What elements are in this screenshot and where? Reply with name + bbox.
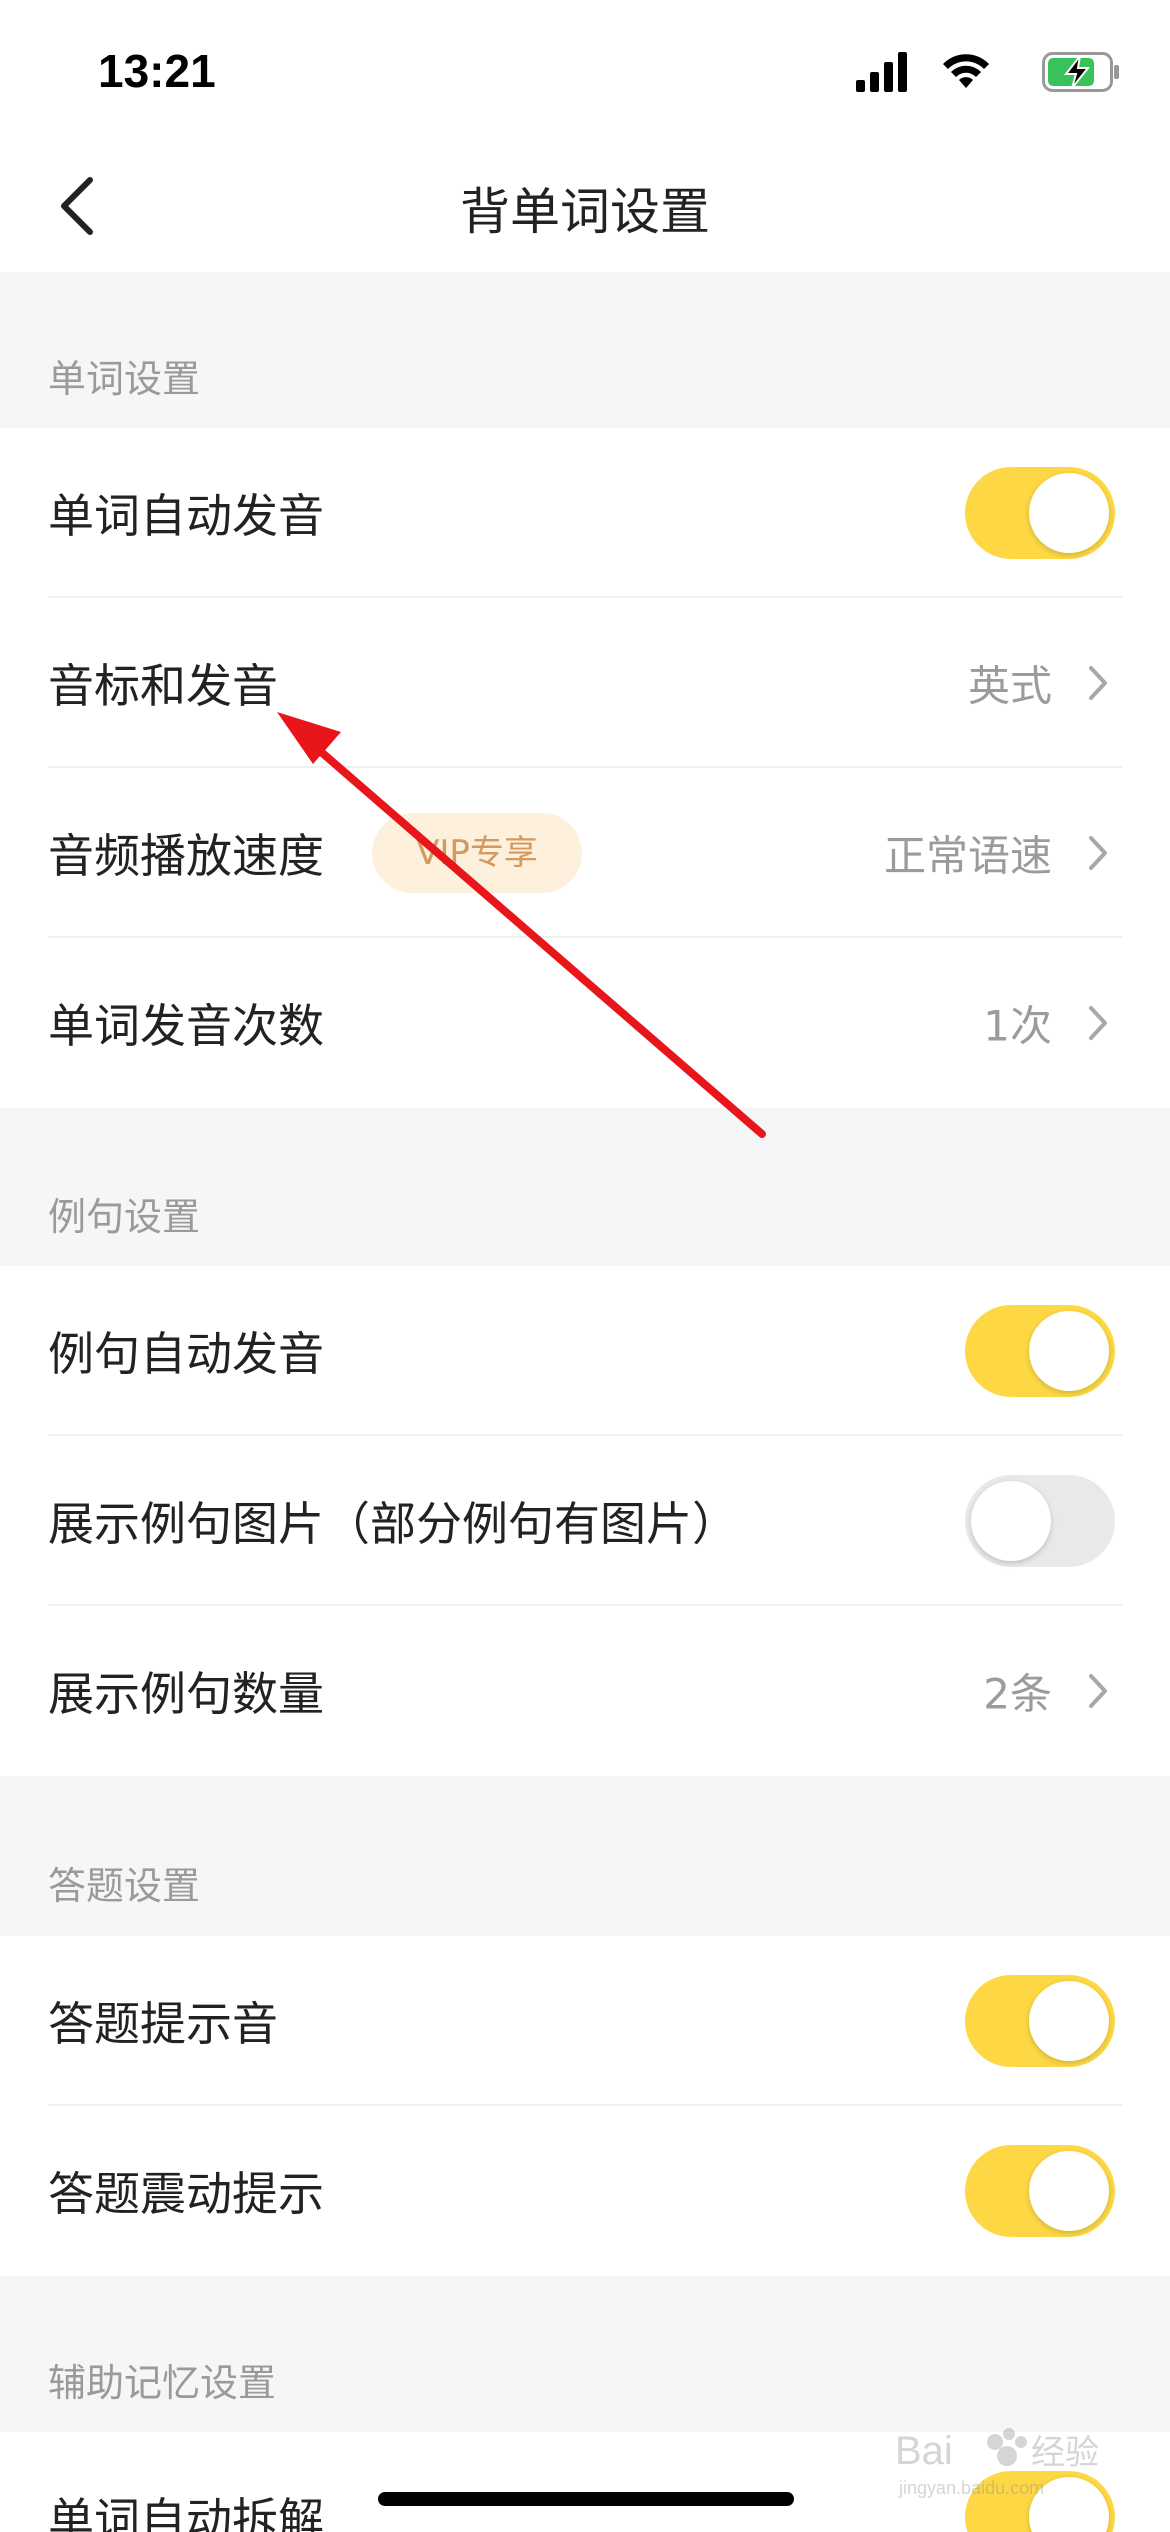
cellular-signal-icon: [856, 52, 907, 92]
toggle-knob: [1029, 473, 1109, 553]
svg-text:Bai: Bai: [895, 2429, 953, 2473]
row-pronounce-count[interactable]: 单词发音次数 1次: [0, 938, 1170, 1108]
chevron-right-icon: [1089, 1674, 1107, 1708]
battery-charging-icon: [1042, 52, 1119, 92]
row-show-example-images[interactable]: 展示例句图片（部分例句有图片）: [0, 1436, 1170, 1606]
row-value: 2条: [983, 1669, 1052, 1719]
row-phonetic-pronunciation[interactable]: 音标和发音 英式: [0, 598, 1170, 768]
row-example-auto-pronounce[interactable]: 例句自动发音: [0, 1266, 1170, 1436]
section-header-word: 单词设置: [48, 357, 201, 401]
row-answer-vibration[interactable]: 答题震动提示: [0, 2106, 1170, 2276]
toggle-word-auto-pronounce[interactable]: [965, 467, 1115, 559]
row-label: 答题震动提示: [48, 2167, 324, 2221]
toggle-knob: [1029, 2151, 1109, 2231]
row-label: 音标和发音: [48, 659, 278, 713]
toggle-answer-sound[interactable]: [965, 1975, 1115, 2067]
group-answer-settings: 答题提示音 答题震动提示: [0, 1936, 1170, 2276]
row-label: 音频播放速度: [48, 829, 324, 883]
baidu-jingyan-watermark: Bai 经验 jingyan.baidu.com: [895, 2428, 1099, 2498]
row-label: 单词发音次数: [48, 999, 324, 1053]
nav-bar: 背单词设置: [0, 140, 1170, 272]
status-time: 13:21: [98, 45, 216, 97]
row-value: 1次: [983, 1001, 1052, 1051]
group-word-settings: 单词自动发音 音标和发音 英式 音频播放速度 VIP专享 正常语速 单词发音次数…: [0, 428, 1170, 1108]
status-bar: 13:21: [0, 0, 1170, 140]
row-label: 单词自动拆解: [48, 2493, 324, 2532]
vip-badge: VIP专享: [372, 813, 582, 893]
page-title: 背单词设置: [460, 183, 710, 241]
wifi-icon: [943, 54, 989, 88]
toggle-knob: [1029, 1981, 1109, 2061]
row-label: 展示例句图片（部分例句有图片）: [48, 1497, 738, 1551]
row-label: 展示例句数量: [48, 1667, 324, 1721]
section-header-memory: 辅助记忆设置: [48, 2361, 277, 2405]
status-icons: [820, 52, 1120, 96]
row-audio-speed[interactable]: 音频播放速度 VIP专享 正常语速: [0, 768, 1170, 938]
chevron-right-icon: [1089, 1006, 1107, 1040]
row-label: 答题提示音: [48, 1997, 278, 2051]
row-example-count[interactable]: 展示例句数量 2条: [0, 1606, 1170, 1776]
section-header-example: 例句设置: [48, 1195, 201, 1239]
toggle-show-example-images[interactable]: [965, 1475, 1115, 1567]
row-value: 正常语速: [883, 831, 1052, 881]
row-label: 单词自动发音: [48, 489, 324, 543]
svg-text:经验: 经验: [1031, 2434, 1099, 2472]
row-value: 英式: [967, 661, 1052, 711]
toggle-knob: [971, 1481, 1051, 1561]
group-example-settings: 例句自动发音 展示例句图片（部分例句有图片） 展示例句数量 2条: [0, 1266, 1170, 1776]
row-answer-sound[interactable]: 答题提示音: [0, 1936, 1170, 2106]
chevron-right-icon: [1089, 666, 1107, 700]
section-header-answer: 答题设置: [48, 1864, 201, 1908]
toggle-knob: [1029, 1311, 1109, 1391]
chevron-right-icon: [1089, 836, 1107, 870]
home-indicator[interactable]: [378, 2492, 794, 2506]
row-label: 例句自动发音: [48, 1327, 324, 1381]
toggle-answer-vibration[interactable]: [965, 2145, 1115, 2237]
svg-text:jingyan.baidu.com: jingyan.baidu.com: [898, 2478, 1044, 2498]
toggle-example-auto-pronounce[interactable]: [965, 1305, 1115, 1397]
row-word-auto-pronounce[interactable]: 单词自动发音: [0, 428, 1170, 598]
